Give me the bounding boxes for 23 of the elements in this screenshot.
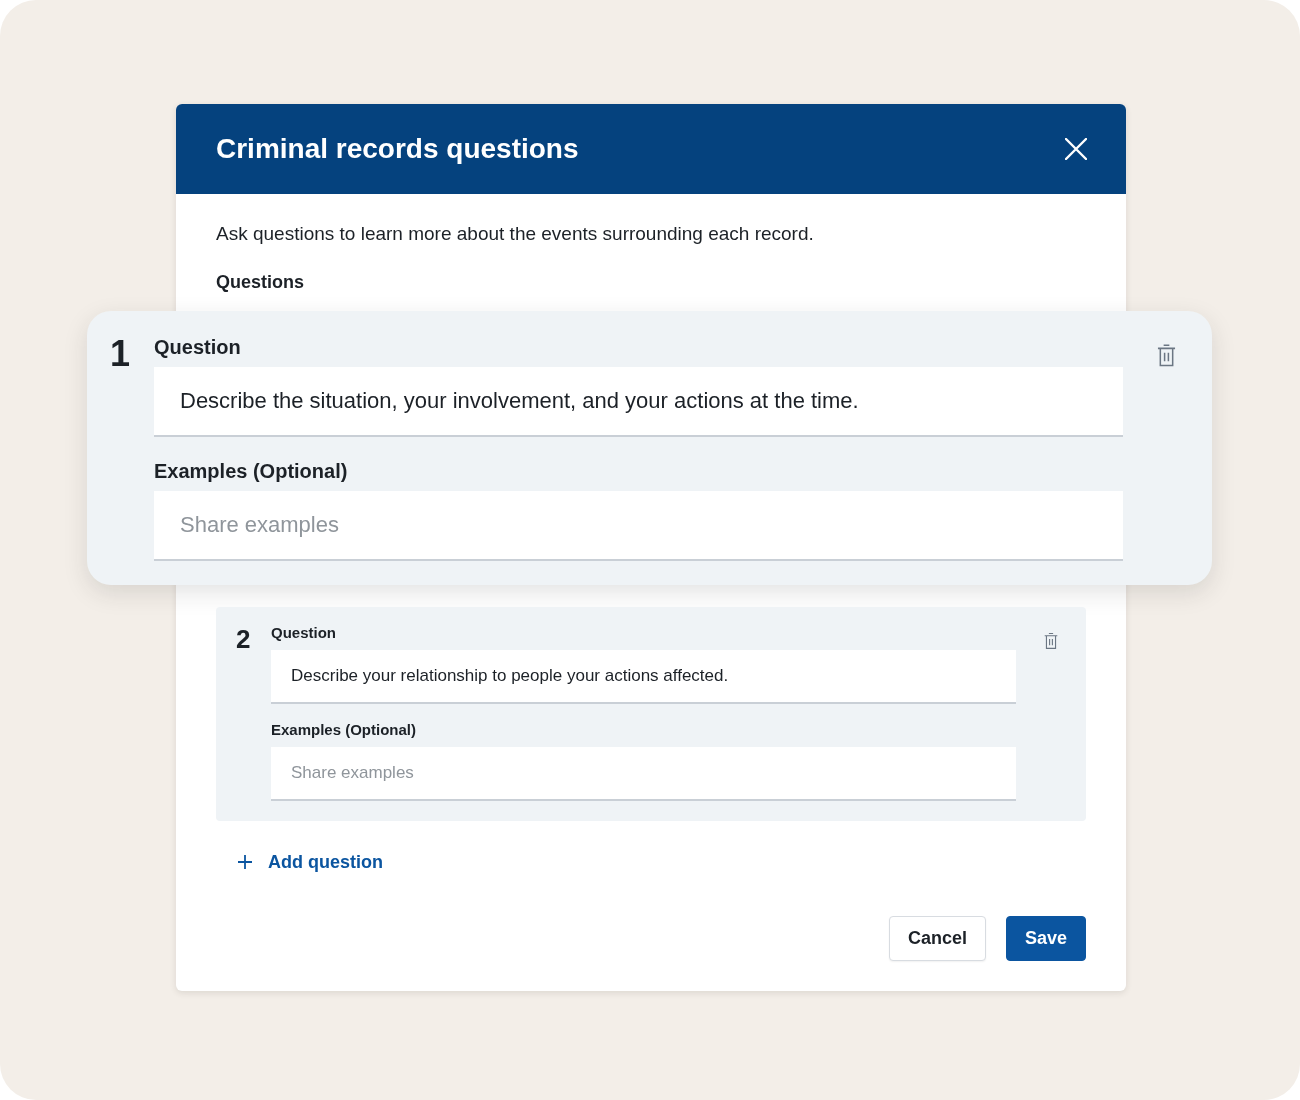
trash-icon xyxy=(1044,632,1058,650)
question-number: 1 xyxy=(110,335,132,376)
cancel-button[interactable]: Cancel xyxy=(888,916,986,961)
dialog-title: Criminal records questions xyxy=(216,133,579,165)
question-input[interactable]: Describe your relationship to people your actions affected. xyxy=(271,650,1016,704)
trash-icon xyxy=(1157,344,1176,367)
close-button[interactable] xyxy=(1065,138,1087,160)
delete-button[interactable] xyxy=(1157,344,1176,367)
field-label: Question xyxy=(271,624,337,642)
examples-input[interactable]: Share examples xyxy=(271,747,1016,801)
examples-input[interactable]: Share examples xyxy=(154,491,1123,561)
field-label: Question xyxy=(154,335,242,359)
add-question-button[interactable]: Add question xyxy=(238,850,383,874)
delete-button[interactable] xyxy=(1044,632,1058,650)
section-label: Questions xyxy=(216,271,305,293)
plus-icon xyxy=(238,855,252,869)
dialog-description: Ask questions to learn more about the events surrounding each record. xyxy=(216,222,815,246)
field-label: Examples (Optional) xyxy=(271,721,418,739)
question-input[interactable]: Describe the situation, your involvement, and your actions at the time. xyxy=(154,367,1123,437)
save-button[interactable]: Save xyxy=(1005,916,1086,961)
close-icon xyxy=(1065,138,1087,160)
field-label: Examples (Optional) xyxy=(154,459,349,483)
question-number: 2 xyxy=(236,624,252,656)
